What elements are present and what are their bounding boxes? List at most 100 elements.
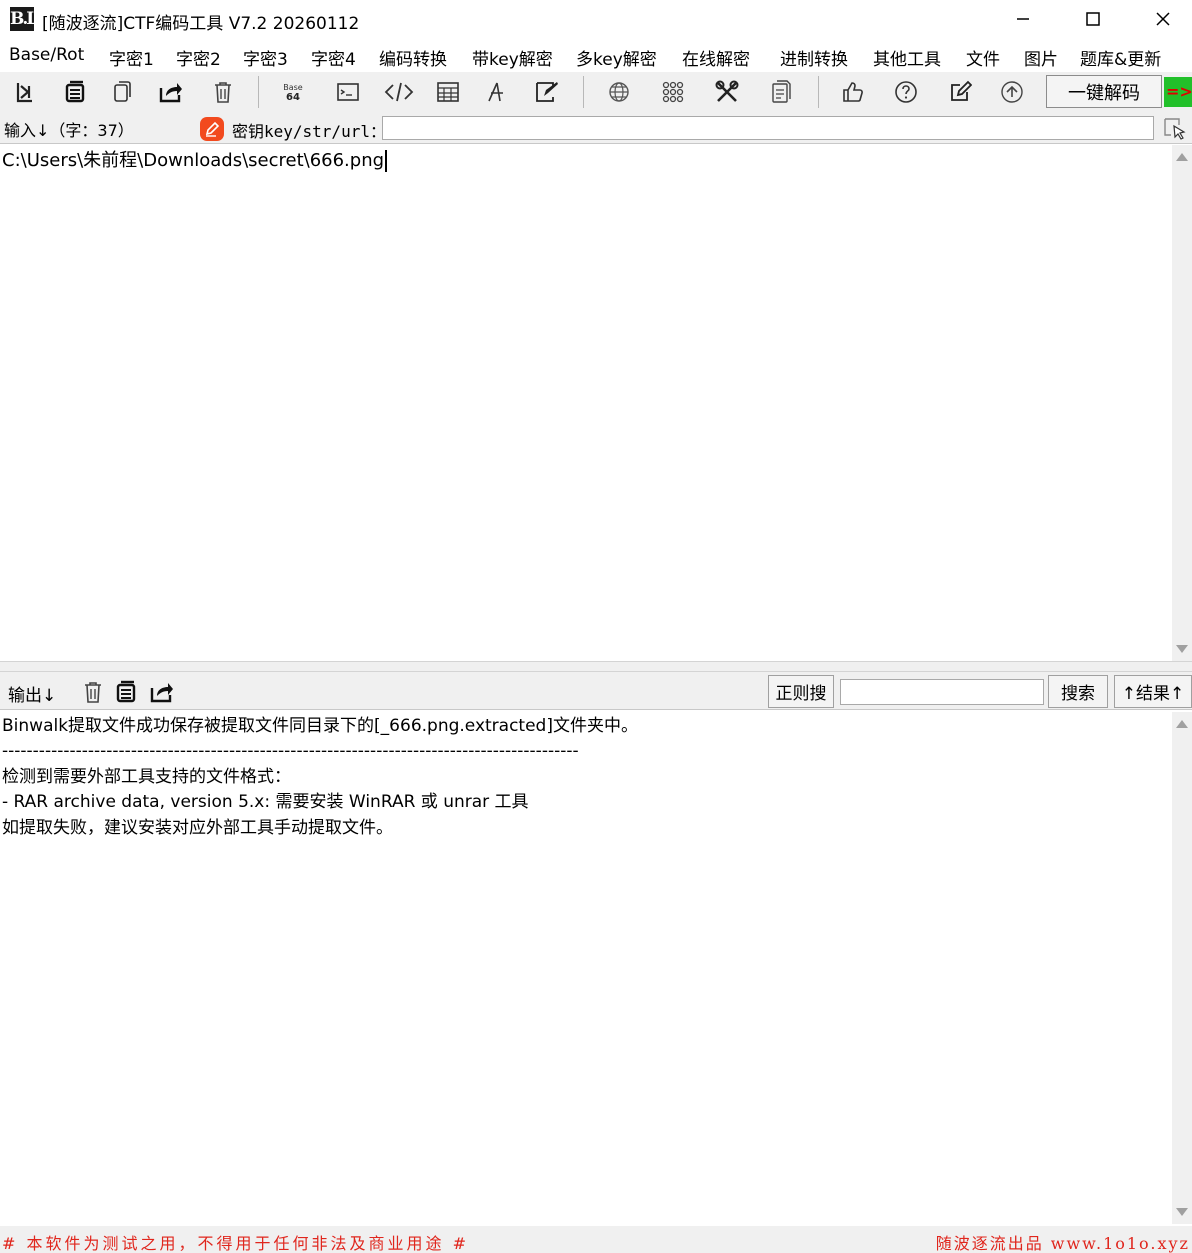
regex-search-input[interactable]: [840, 679, 1044, 705]
calculator-button[interactable]: [431, 76, 465, 108]
menu-zimi4[interactable]: 字密4: [311, 45, 356, 70]
calculator-icon: [437, 82, 459, 102]
status-bar: # 本软件为测试之用，不得用于任何非法及商业用途 # 随波逐流出品 www.1o…: [0, 1226, 1192, 1253]
menu-zimi2[interactable]: 字密2: [176, 45, 221, 70]
output-share-button[interactable]: [148, 678, 176, 706]
svg-text:64: 64: [286, 92, 300, 103]
base64-button[interactable]: Base 64: [276, 76, 310, 108]
input-header: 输入↓（字：37） 密钥key/str/url：: [0, 112, 1192, 144]
key-input[interactable]: [382, 116, 1154, 140]
input-scrollbar[interactable]: [1172, 145, 1192, 661]
font-button[interactable]: [479, 76, 513, 108]
like-button[interactable]: [836, 76, 870, 108]
minimize-button[interactable]: [1000, 0, 1046, 38]
menu-bar: Base/Rot 字密1 字密2 字密3 字密4 编码转换 带key解密 多ke…: [0, 40, 1192, 72]
toolbar-separator: [258, 76, 259, 108]
note-edit-icon: [951, 80, 972, 101]
menu-online-decrypt[interactable]: 在线解密: [682, 45, 750, 70]
menu-other-tools[interactable]: 其他工具: [873, 45, 941, 70]
copy-stack-icon: [116, 680, 136, 703]
copy-all-button[interactable]: [58, 76, 92, 108]
copy-button[interactable]: [106, 76, 140, 108]
key-label: 密钥key/str/url：: [232, 122, 386, 141]
scroll-down-icon[interactable]: [1176, 1208, 1188, 1216]
maximize-icon: [1086, 12, 1100, 26]
menu-zimi1[interactable]: 字密1: [109, 45, 154, 70]
result-button[interactable]: ↑结果↑: [1114, 675, 1192, 708]
share-icon: [159, 83, 182, 103]
menu-file[interactable]: 文件: [966, 45, 1000, 70]
output-line: 检测到需要外部工具支持的文件格式：: [2, 766, 291, 787]
upload-button[interactable]: [995, 76, 1029, 108]
scroll-down-icon[interactable]: [1176, 645, 1188, 653]
edit-frame-icon: [536, 82, 558, 102]
web-button[interactable]: [602, 76, 636, 108]
document-icon: [772, 80, 791, 103]
menu-library-update[interactable]: 题库&更新: [1080, 45, 1161, 70]
trash-icon: [85, 682, 101, 703]
output-line: Binwalk提取文件成功保存被提取文件同目录下的[_666.png.extra…: [2, 716, 638, 736]
scroll-up-icon[interactable]: [1176, 720, 1188, 728]
output-clear-button[interactable]: [79, 678, 107, 706]
import-icon: [16, 83, 32, 103]
maximize-button[interactable]: [1070, 0, 1116, 38]
copy-icon: [114, 81, 131, 102]
input-text: C:\Users\朱前程\Downloads\secret\666.png: [2, 150, 385, 171]
window-title: [随波逐流]CTF编码工具 V7.2 20260112: [42, 14, 360, 34]
help-icon: [895, 81, 917, 103]
menu-image[interactable]: 图片: [1024, 45, 1058, 70]
close-button[interactable]: [1140, 0, 1186, 38]
toolbar-separator: [583, 76, 584, 108]
font-icon: [488, 82, 503, 102]
code-button[interactable]: [382, 76, 416, 108]
menu-key-decrypt[interactable]: 带key解密: [472, 45, 553, 70]
search-button[interactable]: 搜索: [1048, 675, 1108, 708]
title-bar: B.L [随波逐流]CTF编码工具 V7.2 20260112: [0, 0, 1192, 38]
cursor-select-icon[interactable]: [1162, 116, 1188, 142]
minimize-icon: [1017, 18, 1029, 20]
output-scrollbar[interactable]: [1172, 712, 1192, 1224]
regex-search-button[interactable]: 正则搜: [768, 675, 834, 708]
import-button[interactable]: [8, 76, 42, 108]
output-label: 输出↓: [8, 686, 57, 706]
document-button[interactable]: [764, 76, 798, 108]
menu-encoding-convert[interactable]: 编码转换: [379, 45, 447, 70]
terminal-icon: [337, 83, 359, 101]
edit-frame-button[interactable]: [530, 76, 564, 108]
help-button[interactable]: [889, 76, 923, 108]
app-logo: B.L: [10, 7, 38, 31]
svg-text:Base: Base: [283, 83, 303, 92]
disclaimer-text: # 本软件为测试之用，不得用于任何非法及商业用途 #: [2, 1234, 469, 1253]
scroll-up-icon[interactable]: [1176, 153, 1188, 161]
output-textarea[interactable]: Binwalk提取文件成功保存被提取文件同目录下的[_666.png.extra…: [0, 712, 1172, 1224]
upload-icon: [1001, 81, 1023, 103]
share-button[interactable]: [154, 76, 188, 108]
note-edit-button[interactable]: [943, 76, 977, 108]
menu-zimi3[interactable]: 字密3: [243, 45, 288, 70]
close-icon: [1156, 12, 1170, 26]
decode-all-button[interactable]: 一键解码: [1046, 75, 1162, 108]
output-line: 如提取失败，建议安装对应外部工具手动提取文件。: [2, 817, 393, 838]
terminal-button[interactable]: [331, 76, 365, 108]
clear-button[interactable]: [206, 76, 240, 108]
output-header: 输出↓ 正则搜 搜索 ↑结果↑: [0, 672, 1192, 710]
pane-splitter[interactable]: [0, 661, 1192, 672]
output-line: - RAR archive data, version 5.x: 需要安装 Wi…: [2, 792, 529, 813]
input-textarea[interactable]: C:\Users\朱前程\Downloads\secret\666.png: [0, 145, 1172, 661]
decode-arrow-indicator: =>: [1164, 77, 1192, 107]
tools-button[interactable]: [710, 76, 744, 108]
trash-icon: [215, 82, 231, 103]
output-line: ----------------------------------------…: [2, 741, 579, 762]
copy-stack-icon: [65, 80, 85, 103]
menu-base-convert[interactable]: 进制转换: [780, 45, 848, 70]
menu-base-rot[interactable]: Base/Rot: [9, 45, 84, 65]
grid-button[interactable]: [656, 76, 690, 108]
pencil-icon: [200, 117, 224, 141]
code-icon: [384, 82, 414, 102]
grid-icon: [662, 81, 684, 103]
menu-multikey-decrypt[interactable]: 多key解密: [576, 45, 657, 70]
toolbar: Base 64 一键解码 =>: [0, 72, 1192, 112]
base64-icon: Base64: [283, 83, 303, 103]
output-copy-button[interactable]: [112, 678, 140, 706]
author-link[interactable]: 随波逐流出品 www.1o1o.xyz: [936, 1230, 1190, 1253]
